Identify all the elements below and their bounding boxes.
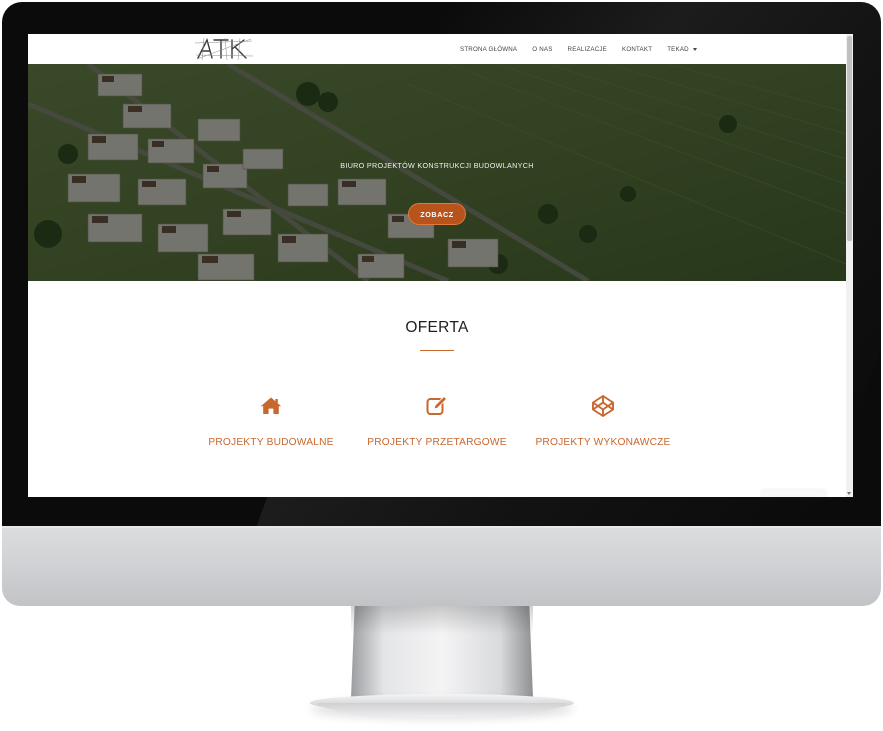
offer-title-divider [420,350,454,351]
offer-section-title: OFERTA [405,319,469,336]
nav-item-label: STRONA GŁÓWNA [460,45,518,53]
nav-item-contact[interactable]: KONTAKT [622,46,652,53]
hero-cta-button[interactable]: ZOBACZ [408,203,466,225]
site-logo[interactable] [194,37,254,61]
offer-item-tender-projects[interactable]: PROJEKTY PRZETARGOWE [352,394,522,448]
edit-icon [426,395,448,415]
partial-widget-tab [761,490,827,497]
website-screen: STRONA GŁÓWNA O NAS REALIZACJE KONTAKT T… [28,34,853,497]
navbar: STRONA GŁÓWNA O NAS REALIZACJE KONTAKT T… [28,34,846,64]
nav-item-realizations[interactable]: REALIZACJE [568,46,607,53]
monitor-chin [2,526,881,606]
caret-down-icon [692,47,697,51]
nav-item-label: O NAS [532,45,553,53]
offer-item-execution-projects[interactable]: PROJEKTY WYKONAWCZE [518,394,688,448]
scroll-down-arrow-icon[interactable] [847,492,851,495]
offer-item-building-projects[interactable]: PROJEKTY BUDOWALNE [186,394,356,448]
nav-item-label: KONTAKT [622,45,653,53]
offer-item-label: PROJEKTY PRZETARGOWE [367,437,507,448]
hero-banner: BIURO PROJEKTÓW KONSTRUKCJI BUDOWLANYCH … [28,64,846,281]
hero-dark-overlay [28,64,846,281]
scrollbar-thumb[interactable] [847,36,852,241]
nav-item-label: TEKAD [667,45,689,53]
nav-menu: STRONA GŁÓWNA O NAS REALIZACJE KONTAKT T… [460,34,712,64]
page-scrollbar[interactable] [846,34,853,497]
codepen-icon [592,395,614,417]
nav-item-label: REALIZACJE [567,45,608,53]
offer-item-label: PROJEKTY BUDOWALNE [208,437,334,448]
stand-neck-shadow [351,606,533,634]
nav-item-tekad-dropdown[interactable]: TEKAD [667,46,697,53]
nav-item-about[interactable]: O NAS [532,46,552,53]
offer-item-label: PROJEKTY WYKONAWCZE [535,437,671,448]
nav-item-home[interactable]: STRONA GŁÓWNA [460,46,517,53]
monitor-stand-base-front [318,703,566,717]
hero-subtitle: BIURO PROJEKTÓW KONSTRUKCJI BUDOWLANYCH [340,161,534,170]
imac-mockup: STRONA GŁÓWNA O NAS REALIZACJE KONTAKT T… [0,0,883,731]
home-icon [260,397,282,414]
